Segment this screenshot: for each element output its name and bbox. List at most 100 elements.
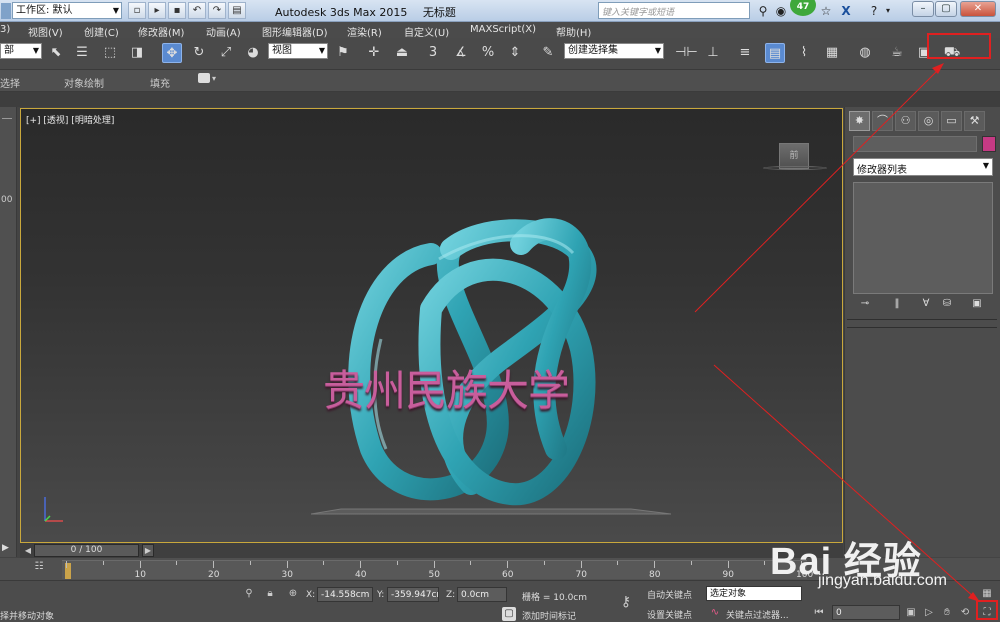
named-selection-set-dropdown[interactable]: 创建选择集 ▼	[564, 43, 664, 59]
display-icon[interactable]: ▭	[941, 111, 962, 131]
redo-button[interactable]: ↷	[208, 2, 226, 19]
select-and-scale-icon[interactable]: ⤢	[216, 43, 236, 63]
strip-handle[interactable]	[2, 113, 12, 119]
project-folder-button[interactable]: ▤	[228, 2, 246, 19]
window-crossing-icon[interactable]: ◨	[127, 43, 147, 63]
mini-curve-editor-icon[interactable]: ☷	[28, 561, 50, 577]
y-coord-field[interactable]: -359.947cr	[387, 587, 439, 602]
go-to-start-icon[interactable]: ⏮	[812, 606, 826, 620]
pan-view-icon[interactable]: ✋︎	[940, 606, 954, 620]
mirror-icon[interactable]: ⊣⊢	[675, 43, 698, 63]
select-and-rotate-icon[interactable]: ↻	[189, 43, 209, 63]
workspace-dropdown[interactable]: 工作区: 默认 ▼	[12, 2, 122, 19]
z-coord-field[interactable]: 0.0cm	[457, 587, 507, 602]
chevron-down-icon[interactable]: ▾	[212, 74, 216, 83]
exchange-icon[interactable]: X	[838, 3, 854, 19]
object-color-swatch[interactable]	[982, 136, 996, 152]
modifier-list-dropdown[interactable]: 修改器列表 ▼	[853, 158, 993, 176]
x-coord-field[interactable]: -14.558cm	[317, 587, 373, 602]
selection-filter-dropdown[interactable]: 部 ▼	[0, 43, 42, 59]
minimize-button[interactable]: –	[912, 1, 934, 17]
time-next-icon[interactable]: ▶	[142, 544, 154, 557]
subscription-icon[interactable]: ◉	[773, 3, 789, 19]
select-and-place-icon[interactable]: ◕	[243, 43, 263, 63]
strip-arrow-icon[interactable]: ▶	[2, 543, 12, 553]
menu-item-help[interactable]: 帮助(H)	[556, 24, 591, 39]
manipulate-icon[interactable]: ✛	[364, 43, 384, 63]
time-tag-icon[interactable]: ▢	[502, 607, 516, 621]
orbit-icon[interactable]: ⟲	[958, 606, 972, 620]
material-editor-icon[interactable]: ◍	[855, 43, 875, 63]
absolute-mode-icon[interactable]: ⊕	[286, 587, 300, 601]
menu-item-edit[interactable]: 3)	[0, 24, 10, 35]
render-setup-icon[interactable]: ☕	[887, 43, 907, 63]
auto-key-button[interactable]: 自动关键点	[647, 588, 692, 601]
time-slider-thumb[interactable]: 0 / 100	[34, 544, 139, 557]
pin-stack-icon[interactable]: ⊸	[857, 298, 873, 312]
time-slider[interactable]: ◀ 0 / 100 ▶	[20, 543, 843, 558]
new-file-button[interactable]: ▫	[128, 2, 146, 19]
viewport-layout-icon[interactable]: ▦	[980, 587, 994, 601]
viewcube-compass[interactable]	[763, 166, 827, 170]
utilities-icon[interactable]: ⚒	[964, 111, 985, 131]
set-key-button[interactable]: 设置关键点	[647, 608, 692, 621]
snaps-toggle-icon[interactable]: 3	[423, 43, 443, 63]
scene-explorer-icon[interactable]: ▤	[765, 43, 785, 63]
select-and-move-icon[interactable]: ✥	[162, 43, 182, 63]
menu-item-rendering[interactable]: 渲染(R)	[347, 24, 382, 39]
key-icon[interactable]: ⚷	[614, 595, 638, 609]
undo-button[interactable]: ↶	[188, 2, 206, 19]
app-menu-icon[interactable]	[1, 3, 11, 19]
open-file-button[interactable]: ▸	[148, 2, 166, 19]
maximize-button[interactable]: ▢	[935, 1, 957, 17]
keyboard-shortcut-icon[interactable]: ⏏	[392, 43, 412, 63]
menu-item-modifiers[interactable]: 修改器(M)	[138, 24, 184, 39]
menu-item-graph-editors[interactable]: 图形编辑器(D)	[262, 24, 328, 39]
align-icon[interactable]: ⊥	[703, 43, 723, 63]
track-bar-timeline[interactable]: 10 20 30 40 50 60 70 80 90 100	[62, 560, 813, 580]
text-3d-object[interactable]: 贵州民族大学	[323, 357, 570, 418]
viewport-label[interactable]: [+] [透视] [明暗处理]	[26, 113, 114, 126]
menu-item-maxscript[interactable]: MAXScript(X)	[470, 24, 536, 35]
time-prev-icon[interactable]: ◀	[22, 545, 34, 556]
isolate-selection-icon[interactable]: ⚲	[242, 587, 256, 601]
menu-item-customize[interactable]: 自定义(U)	[404, 24, 449, 39]
ribbon-tab-selection[interactable]: 选择	[0, 75, 20, 90]
menu-item-animation[interactable]: 动画(A)	[206, 24, 241, 39]
menu-item-create[interactable]: 创建(C)	[84, 24, 119, 39]
ribbon-tab-object-paint[interactable]: 对象绘制	[64, 75, 104, 90]
hierarchy-icon[interactable]: ⚇	[895, 111, 916, 131]
ground-plane[interactable]	[311, 508, 671, 515]
perspective-viewport[interactable]: [+] [透视] [明暗处理] 前 贵州民族大学	[20, 108, 843, 543]
zoom-extents-icon[interactable]: ▷	[922, 606, 936, 620]
pivot-point-icon[interactable]: ⚑	[333, 43, 353, 63]
ribbon-tab-populate[interactable]: 填充	[150, 75, 170, 90]
select-by-name-icon[interactable]: ☰	[72, 43, 92, 63]
add-time-tag[interactable]: 添加时间标记	[522, 609, 576, 622]
close-button[interactable]: ✕	[960, 1, 996, 17]
create-icon[interactable]: ✸	[849, 111, 870, 131]
remove-modifier-icon[interactable]: ⛁	[939, 298, 955, 312]
reference-coordinate-dropdown[interactable]: 视图 ▼	[268, 43, 328, 59]
percent-snap-icon[interactable]: %	[478, 43, 498, 63]
edit-named-selection-icon[interactable]: ✎	[538, 43, 558, 63]
make-unique-icon[interactable]: ∀	[918, 298, 934, 312]
ribbon-options-icon[interactable]	[198, 73, 210, 83]
selection-region-icon[interactable]: ⬚	[100, 43, 120, 63]
save-file-button[interactable]: ▪	[168, 2, 186, 19]
key-filters-button[interactable]: 关键点过滤器...	[726, 608, 789, 621]
selection-lock-icon[interactable]: 🔒︎	[263, 587, 277, 601]
schematic-view-icon[interactable]: ▦	[822, 43, 842, 63]
modifier-stack[interactable]	[853, 182, 993, 294]
notification-badge[interactable]: 47	[790, 0, 816, 16]
curve-editor-icon[interactable]: ⌇	[794, 43, 814, 63]
object-name-field[interactable]	[853, 136, 977, 152]
menu-item-view[interactable]: 视图(V)	[28, 24, 63, 39]
motion-icon[interactable]: ◎	[918, 111, 939, 131]
show-end-result-icon[interactable]: ‖	[889, 298, 905, 312]
spinner-snap-icon[interactable]: ⇕	[505, 43, 525, 63]
star-icon[interactable]: ☆	[818, 3, 834, 19]
help-chevron-icon[interactable]: ▾	[880, 3, 896, 19]
configure-modifier-sets-icon[interactable]: ▣	[969, 298, 985, 312]
search-input[interactable]: 键入关键字或短语	[598, 2, 750, 19]
